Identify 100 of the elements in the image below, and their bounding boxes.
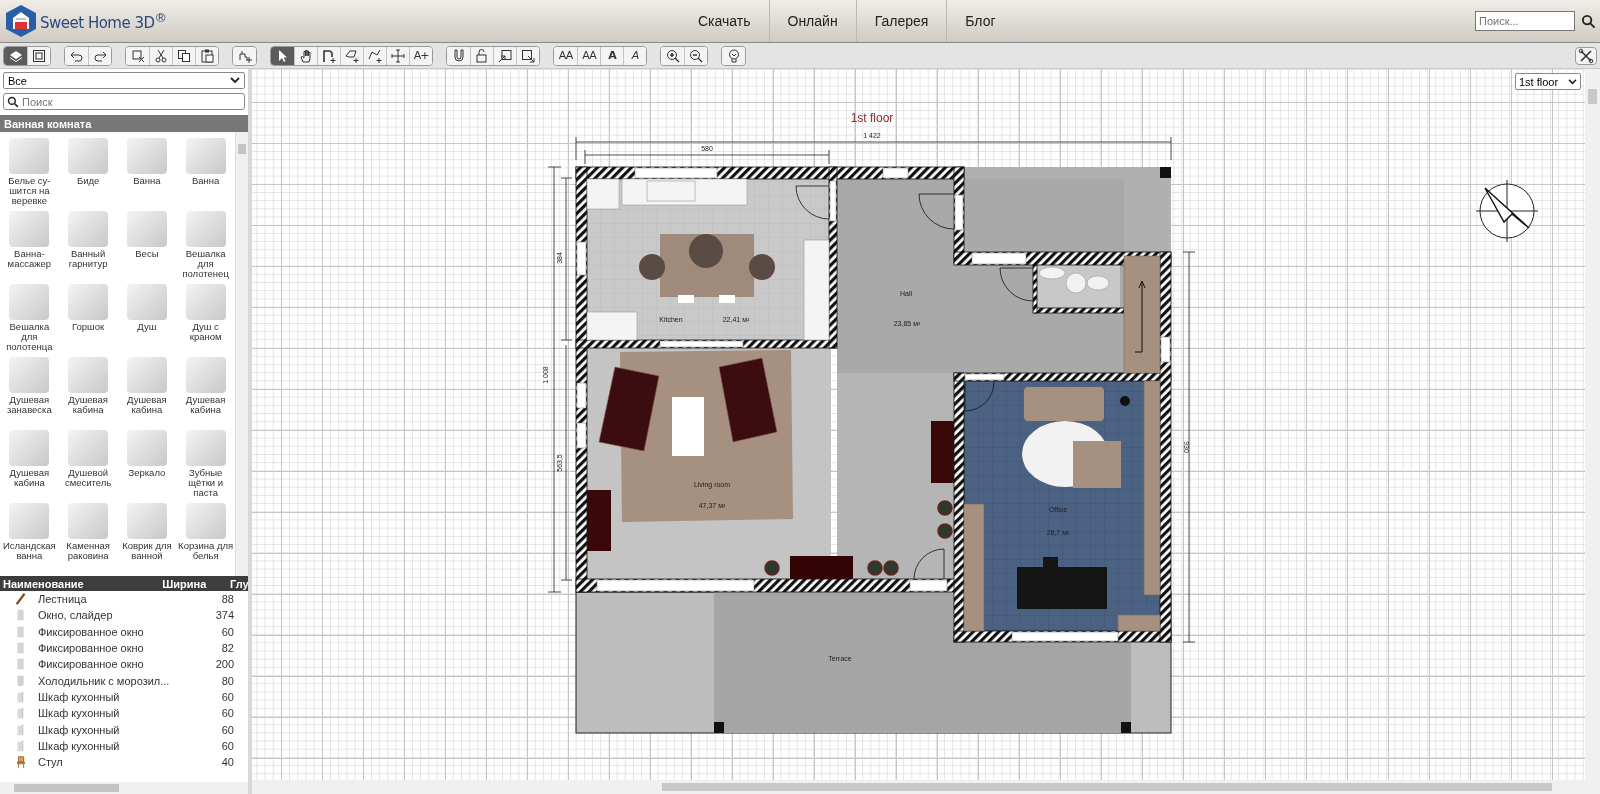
tools-icon <box>1578 47 1594 64</box>
catalog-item[interactable]: Коврик для ванной <box>117 503 177 576</box>
catalog-item[interactable]: Вешалка для полотенца <box>0 284 59 357</box>
bulb-button[interactable] <box>722 46 745 65</box>
catalog-item[interactable]: Ванна-массажер <box>0 211 59 284</box>
catalog-item[interactable]: Горшок <box>58 284 118 357</box>
table-cell-text: Шкаф кухонный <box>38 690 121 703</box>
wall-view-icon <box>31 47 47 64</box>
furniture-thumbnail <box>126 430 167 466</box>
catalog-item[interactable]: Зубные щётки и паста <box>176 430 235 503</box>
catalog-item[interactable]: Корзина для белья <box>176 503 235 576</box>
dropdown-value: 1st floor <box>1519 75 1559 88</box>
text-style-button[interactable]: A <box>623 46 646 65</box>
furniture-thumbnail <box>9 211 50 247</box>
search-input[interactable]: Поиск <box>22 95 241 108</box>
pointer-button[interactable] <box>271 46 294 65</box>
catalog-item[interactable]: Душевая кабина <box>0 430 59 503</box>
table-cell-text: 82 <box>220 642 234 655</box>
table-cell-text: 60 <box>220 625 234 638</box>
furniture-thumbnail <box>185 138 226 174</box>
level-title: 1st floor <box>850 111 894 125</box>
level-dropdown[interactable]: 1st floor <box>1515 73 1581 90</box>
export-button[interactable] <box>516 46 539 65</box>
catalog-item[interactable]: Душевая кабина <box>176 357 235 430</box>
zoom-out-button[interactable] <box>684 46 707 65</box>
furniture-thumbnail <box>126 284 167 320</box>
column-header[interactable]: Ширина <box>162 577 230 590</box>
column-header[interactable]: Глу <box>230 577 248 590</box>
plan-view-button[interactable] <box>4 46 27 65</box>
scrollbar[interactable] <box>252 780 1600 794</box>
table-cell-text: 60 <box>220 739 234 752</box>
zoom-out-icon <box>688 47 704 64</box>
hand-icon <box>298 47 314 64</box>
delete-icon <box>129 47 146 64</box>
catalog-item[interactable]: Ванна <box>176 138 235 211</box>
catalog-item[interactable]: Душевой смеситель <box>58 430 118 503</box>
nav-link[interactable]: Блог <box>946 0 1014 42</box>
furniture-thumbnail <box>9 430 50 466</box>
catalog-item[interactable]: Душ <box>117 284 177 357</box>
compass-icon <box>1475 179 1539 243</box>
wall-create-icon <box>321 47 337 64</box>
table-cell-text: 60 <box>220 723 234 736</box>
polyline-icon <box>367 47 383 64</box>
catalog-item[interactable]: Душевая занавеска <box>0 357 59 430</box>
catalog-item[interactable]: Зеркало <box>117 430 177 503</box>
scrollbar[interactable] <box>1585 69 1600 780</box>
export-icon <box>520 47 536 64</box>
catalog-search-field[interactable]: Поиск <box>3 93 245 110</box>
furniture-thumbnail <box>68 211 109 247</box>
catalog-item[interactable]: Душ с краном <box>176 284 235 357</box>
app-logo-text: Sweet Home 3D$^{®}$ <box>40 10 167 32</box>
chevron-down-icon <box>1568 78 1577 85</box>
category-dropdown[interactable]: Все <box>3 72 245 89</box>
furniture-thumbnail <box>185 430 226 466</box>
house-logo-icon <box>4 4 38 38</box>
catalog-item[interactable]: Душевая кабина <box>117 357 177 430</box>
add-furniture-button[interactable] <box>233 46 256 65</box>
furniture-thumbnail <box>9 284 50 320</box>
table-cell-text: Холодильник с морозил... <box>38 674 171 687</box>
wall-view-button[interactable] <box>27 46 50 65</box>
furniture-thumbnail <box>126 503 167 539</box>
furniture-thumbnail <box>9 357 50 393</box>
dimension-icon <box>390 47 406 64</box>
catalog-item[interactable]: Весы <box>117 211 177 284</box>
table-cell-text: Стул <box>38 756 64 769</box>
nav-link[interactable]: Галерея <box>855 0 947 42</box>
catalog-item[interactable]: Биде <box>58 138 118 211</box>
table-cell-text: Окно, слайдер <box>38 609 114 622</box>
search-icon <box>7 95 19 108</box>
search-field[interactable]: Поиск... <box>1475 11 1575 31</box>
lock-icon <box>474 47 490 64</box>
catalog-item[interactable]: Каменная раковина <box>58 503 118 576</box>
nav-link[interactable]: Онлайн <box>768 0 856 42</box>
furniture-thumbnail <box>185 211 226 247</box>
tools-button[interactable] <box>1575 46 1597 65</box>
scrollbar[interactable] <box>0 782 248 794</box>
table-cell-text: Фиксированное окно <box>38 625 145 638</box>
nav-link[interactable]: Скачать <box>680 0 769 42</box>
dropdown-value: Все <box>8 74 27 87</box>
redo-button[interactable] <box>88 46 111 65</box>
table-cell-text: 200 <box>214 658 234 671</box>
catalog-item[interactable]: Белье су-шится на веревке <box>0 138 59 211</box>
table-cell-text: Лестница <box>38 593 88 606</box>
text-style-button[interactable]: AA <box>554 46 577 65</box>
zoom-in-icon <box>664 47 681 64</box>
paste-button[interactable] <box>195 46 218 65</box>
floor-plan-drawing[interactable] <box>575 166 1172 734</box>
catalog-item[interactable]: Вешалка для полотенец <box>176 211 235 284</box>
catalog-item[interactable]: Исландская ванна <box>0 503 59 576</box>
catalog-item[interactable]: Душевая кабина <box>58 357 118 430</box>
text-style-button[interactable]: A+ <box>409 46 432 65</box>
table-cell-text: Фиксированное окно <box>38 642 145 655</box>
catalog-item[interactable]: Ванный гарнитур <box>58 211 118 284</box>
search-icon[interactable] <box>1581 13 1596 29</box>
text-style-button[interactable]: AA <box>577 46 600 65</box>
catalog-item[interactable]: Ванна <box>117 138 177 211</box>
copy-icon <box>176 47 192 64</box>
furniture-thumbnail <box>185 503 226 539</box>
scrollbar[interactable] <box>235 132 248 576</box>
column-header[interactable]: Наименование <box>0 577 163 590</box>
